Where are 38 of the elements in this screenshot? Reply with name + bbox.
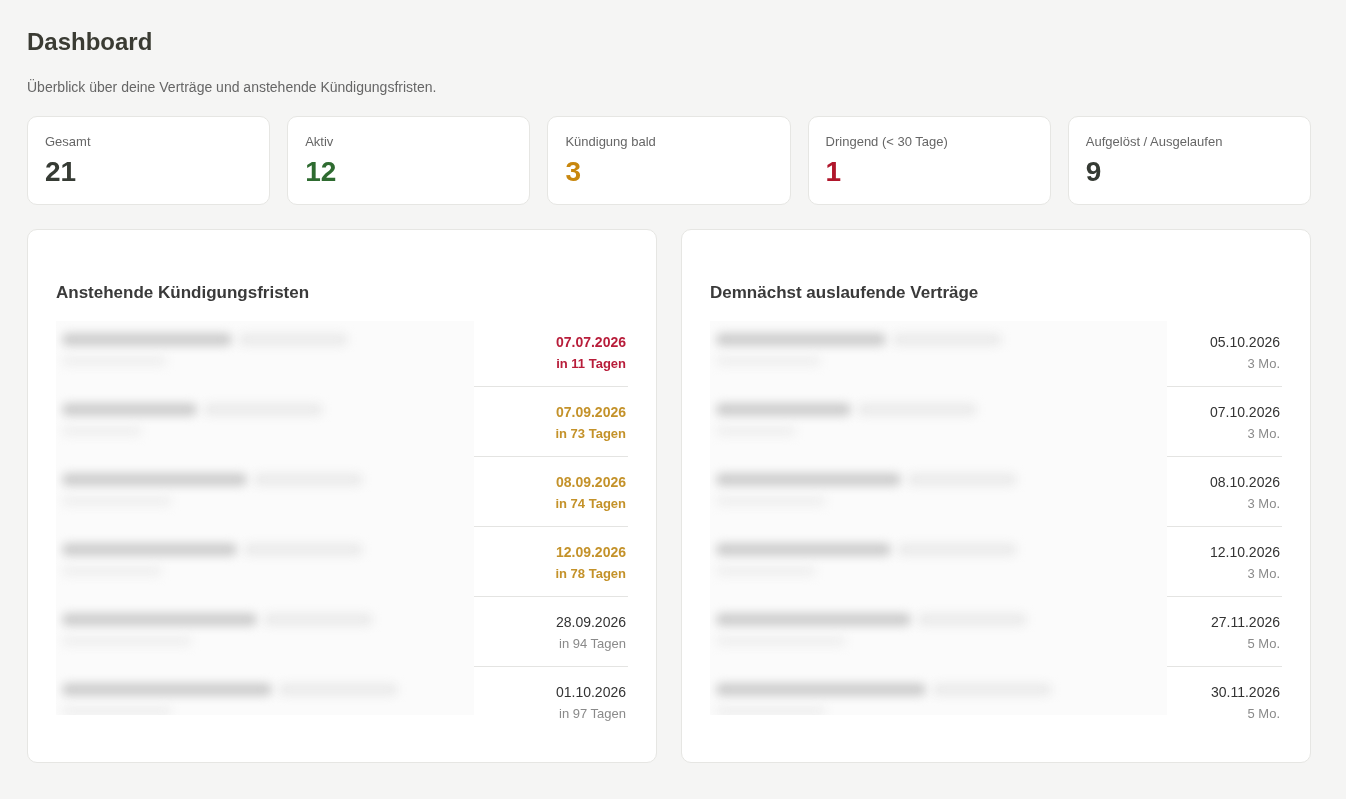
- stat-value: 21: [45, 155, 77, 189]
- due-date: 28.09.2026: [555, 613, 626, 632]
- page-subtitle: Überblick über deine Verträge und anstehende Kündigungsfristen.: [27, 78, 438, 97]
- due-date: 08.10.2026: [1209, 473, 1280, 492]
- stat-value: 1: [825, 155, 842, 189]
- remaining-time: 5 Mo.: [1247, 705, 1280, 723]
- due-date: 30.11.2026: [1210, 683, 1280, 702]
- stat-label: Kündigung bald: [565, 133, 656, 151]
- due-date: 07.10.2026: [1209, 403, 1280, 422]
- remaining-time: 3 Mo.: [1247, 355, 1280, 373]
- remaining-time: in 97 Tagen: [559, 705, 626, 723]
- stat-label: Aktiv: [305, 133, 334, 151]
- stat-value: 9: [1085, 155, 1102, 189]
- due-date: 08.09.2026: [555, 473, 626, 492]
- panel-title: Demnächst auslaufende Verträge: [710, 282, 980, 304]
- remaining-time: in 11 Tagen: [556, 355, 626, 373]
- remaining-time: 3 Mo.: [1247, 565, 1280, 583]
- stat-label: Aufgelöst / Ausgelaufen: [1085, 133, 1223, 151]
- remaining-time: 3 Mo.: [1247, 495, 1280, 513]
- due-date: 12.10.2026: [1209, 543, 1280, 562]
- due-date: 27.11.2026: [1210, 613, 1280, 632]
- due-date: 01.10.2026: [555, 683, 626, 702]
- remaining-time: in 94 Tagen: [559, 635, 626, 653]
- page-title: Dashboard: [27, 27, 154, 57]
- remaining-time: 5 Mo.: [1247, 635, 1280, 653]
- panel-title: Anstehende Kündigungsfristen: [56, 282, 311, 304]
- stat-value: 3: [565, 155, 581, 189]
- stat-label: Dringend (< 30 Tage): [825, 133, 948, 151]
- remaining-time: in 74 Tagen: [555, 495, 626, 513]
- remaining-time: in 73 Tagen: [555, 425, 626, 443]
- stat-value: 12: [305, 155, 337, 189]
- due-date: 07.07.2026: [555, 333, 626, 352]
- due-date: 07.09.2026: [555, 403, 626, 422]
- remaining-time: 3 Mo.: [1247, 425, 1280, 443]
- stat-label: Gesamt: [45, 133, 91, 151]
- due-date: 05.10.2026: [1209, 333, 1280, 352]
- due-date: 12.09.2026: [555, 543, 626, 562]
- remaining-time: in 78 Tagen: [555, 565, 626, 583]
